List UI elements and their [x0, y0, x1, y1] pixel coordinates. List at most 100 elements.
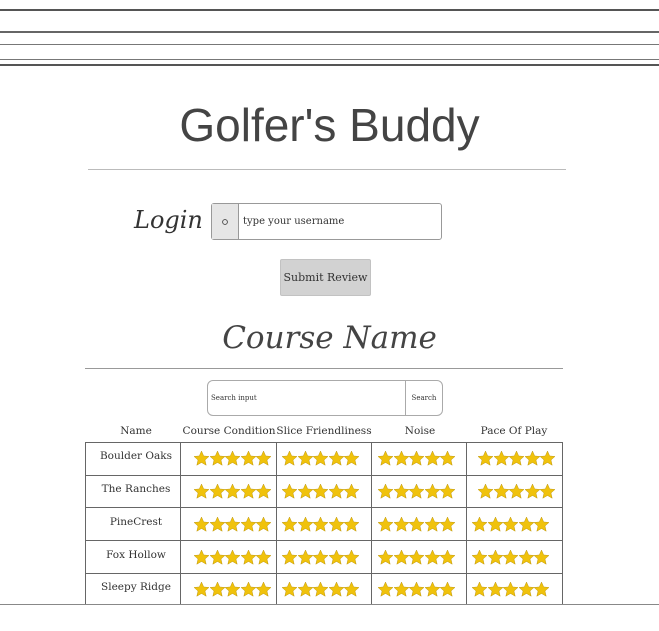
- star-icon: [439, 548, 456, 567]
- star-rating[interactable]: [377, 515, 456, 534]
- star-icon: [393, 482, 409, 501]
- star-icon: [343, 515, 360, 534]
- star-rating[interactable]: [471, 548, 550, 567]
- star-icon: [343, 449, 360, 468]
- star-icon: [508, 449, 525, 468]
- star-icon: [377, 580, 394, 599]
- star-icon: [408, 548, 425, 567]
- star-rating[interactable]: [477, 482, 556, 501]
- star-rating[interactable]: [193, 515, 272, 534]
- star-icon: [343, 580, 360, 599]
- star-icon: [493, 449, 509, 468]
- submit-review-button[interactable]: Submit Review: [280, 259, 371, 296]
- star-icon: [377, 548, 394, 567]
- star-icon: [408, 482, 425, 501]
- column-header[interactable]: Pace Of Play: [454, 425, 574, 437]
- title-divider: [88, 169, 566, 170]
- star-rating[interactable]: [471, 580, 550, 599]
- star-icon: [224, 580, 241, 599]
- star-icon: [328, 449, 344, 468]
- star-icon: [255, 548, 272, 567]
- star-icon: [281, 449, 298, 468]
- course-name-cell[interactable]: Fox Hollow: [90, 549, 182, 561]
- star-icon: [377, 482, 394, 501]
- star-icon: [312, 515, 329, 534]
- star-rating[interactable]: [477, 449, 556, 468]
- header-line: [0, 31, 659, 33]
- course-name-cell[interactable]: The Ranches: [90, 483, 182, 495]
- star-icon: [343, 548, 360, 567]
- header-line: [0, 64, 659, 66]
- course-divider: [85, 368, 563, 369]
- star-icon: [209, 548, 225, 567]
- course-name-cell[interactable]: Boulder Oaks: [90, 450, 182, 462]
- star-icon: [312, 548, 329, 567]
- star-icon: [439, 449, 456, 468]
- star-rating[interactable]: [377, 548, 456, 567]
- table-border: [85, 442, 86, 605]
- star-icon: [533, 515, 550, 534]
- star-icon: [193, 548, 210, 567]
- star-icon: [240, 515, 256, 534]
- star-icon: [209, 482, 225, 501]
- star-icon: [281, 482, 298, 501]
- star-icon: [518, 580, 534, 599]
- table-border: [85, 442, 563, 443]
- star-icon: [408, 515, 425, 534]
- login-field[interactable]: [211, 203, 442, 240]
- star-icon: [502, 580, 519, 599]
- star-icon: [471, 580, 488, 599]
- star-rating[interactable]: [377, 449, 456, 468]
- table-border: [466, 442, 467, 605]
- star-icon: [487, 548, 503, 567]
- star-icon: [255, 580, 272, 599]
- star-icon: [439, 515, 456, 534]
- star-icon: [439, 482, 456, 501]
- star-icon: [193, 580, 210, 599]
- star-icon: [255, 515, 272, 534]
- star-rating[interactable]: [193, 580, 272, 599]
- search-input[interactable]: [208, 381, 405, 415]
- star-icon: [312, 482, 329, 501]
- table-border: [85, 540, 563, 541]
- star-icon: [393, 515, 409, 534]
- star-rating[interactable]: [377, 580, 456, 599]
- star-icon: [281, 580, 298, 599]
- star-icon: [193, 449, 210, 468]
- star-rating[interactable]: [193, 449, 272, 468]
- star-icon: [209, 580, 225, 599]
- star-icon: [328, 515, 344, 534]
- star-rating[interactable]: [281, 548, 360, 567]
- star-rating[interactable]: [281, 515, 360, 534]
- star-icon: [471, 515, 488, 534]
- table-border: [85, 573, 563, 574]
- star-icon: [240, 548, 256, 567]
- star-icon: [493, 482, 509, 501]
- username-input[interactable]: [239, 204, 441, 239]
- star-icon: [224, 515, 241, 534]
- star-icon: [255, 482, 272, 501]
- star-icon: [297, 548, 313, 567]
- star-icon: [477, 482, 494, 501]
- search-button[interactable]: Search: [405, 381, 442, 415]
- course-name-cell[interactable]: PineCrest: [90, 516, 182, 528]
- star-rating[interactable]: [193, 548, 272, 567]
- star-icon: [439, 580, 456, 599]
- star-icon: [518, 515, 534, 534]
- star-icon: [240, 580, 256, 599]
- star-icon: [424, 580, 440, 599]
- star-icon: [524, 482, 540, 501]
- star-rating[interactable]: [377, 482, 456, 501]
- star-icon: [240, 449, 256, 468]
- course-name-cell[interactable]: Sleepy Ridge: [90, 581, 182, 593]
- star-rating[interactable]: [471, 515, 550, 534]
- star-icon: [377, 449, 394, 468]
- star-icon: [477, 449, 494, 468]
- star-rating[interactable]: [281, 449, 360, 468]
- star-rating[interactable]: [281, 482, 360, 501]
- star-rating[interactable]: [193, 482, 272, 501]
- star-icon: [533, 580, 550, 599]
- star-rating[interactable]: [281, 580, 360, 599]
- star-icon: [328, 548, 344, 567]
- table-border: [85, 507, 563, 508]
